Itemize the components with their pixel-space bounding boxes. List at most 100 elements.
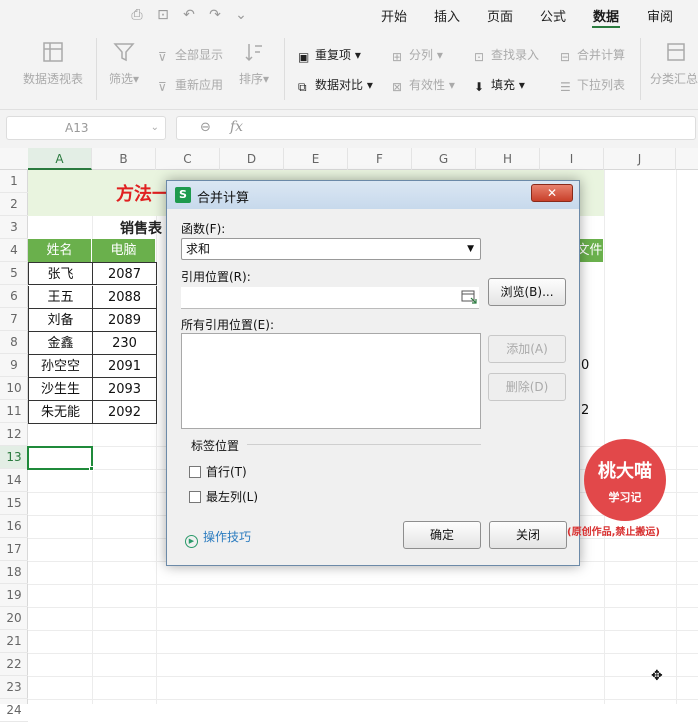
table-cell[interactable]: 2 — [581, 403, 589, 418]
duplicates-button[interactable]: ▣ 重复项 ▾ — [298, 46, 361, 64]
data-compare-button[interactable]: ⧉ 数据对比 ▾ — [298, 76, 373, 94]
tab-data[interactable]: 数据 — [593, 6, 619, 25]
add-button[interactable]: 添加(A) — [488, 335, 566, 363]
row-header[interactable]: 8 — [0, 331, 28, 354]
row-header[interactable]: 12 — [0, 423, 28, 446]
function-select[interactable]: 求和 ▼ — [181, 238, 481, 260]
row-header[interactable]: 21 — [0, 630, 28, 653]
row-header[interactable]: 2 — [0, 193, 28, 216]
dropdown-list-button[interactable]: ☰ 下拉列表 — [560, 76, 625, 94]
checkbox-box[interactable] — [189, 466, 201, 478]
table-cell[interactable]: 2088 — [92, 286, 157, 309]
fx-icon[interactable]: fx — [230, 119, 243, 135]
row-header[interactable]: 3 — [0, 216, 28, 239]
column-header-c[interactable]: C — [156, 148, 220, 170]
column-header-b[interactable]: B — [92, 148, 156, 170]
table-cell[interactable]: 沙生生 — [28, 378, 93, 401]
column-header-j[interactable]: J — [604, 148, 676, 170]
ok-button[interactable]: 确定 — [403, 521, 481, 549]
column-header-f[interactable]: F — [348, 148, 412, 170]
left-column-checkbox[interactable]: 最左列(L) — [189, 488, 258, 505]
row-header[interactable]: 4 — [0, 239, 28, 262]
column-header-e[interactable]: E — [284, 148, 348, 170]
table-cell[interactable]: 朱无能 — [28, 401, 93, 424]
show-all-button[interactable]: ⊽ 全部显示 — [158, 46, 223, 64]
row-header[interactable]: 6 — [0, 285, 28, 308]
close-button[interactable]: ✕ — [531, 184, 573, 202]
table-cell[interactable]: 2092 — [92, 401, 157, 424]
row-header[interactable]: 15 — [0, 492, 28, 515]
filter-button[interactable]: 筛选▾ — [104, 40, 144, 87]
row-header[interactable]: 17 — [0, 538, 28, 561]
row-header[interactable]: 7 — [0, 308, 28, 331]
all-references-list[interactable] — [181, 333, 481, 429]
sheet-title[interactable]: 方法一 — [116, 180, 170, 206]
tab-formula[interactable]: 公式 — [540, 6, 566, 25]
row-header[interactable]: 18 — [0, 561, 28, 584]
tips-link[interactable]: ▶ 操作技巧 — [185, 528, 251, 548]
row-header[interactable]: 14 — [0, 469, 28, 492]
undo-icon[interactable]: ↶ — [180, 6, 198, 24]
header-cell-computer[interactable]: 电脑 — [92, 239, 156, 262]
zoom-icon[interactable]: ⊖ — [200, 120, 211, 135]
column-header-g[interactable]: G — [412, 148, 476, 170]
tab-start[interactable]: 开始 — [381, 6, 407, 25]
table-cell[interactable]: 0 — [581, 358, 589, 373]
table-cell[interactable]: 孙空空 — [28, 355, 93, 378]
checkbox-box[interactable] — [189, 491, 201, 503]
print-preview-icon[interactable]: ⊡ — [154, 6, 172, 24]
print-icon[interactable]: ⎙ — [128, 6, 146, 24]
lookup-entry-button[interactable]: ⊡ 查找录入 — [474, 46, 539, 64]
range-select-icon[interactable] — [461, 290, 477, 304]
tab-page[interactable]: 页面 — [487, 6, 513, 25]
table-cell[interactable]: 张飞 — [28, 262, 93, 285]
table-cell[interactable]: 230 — [92, 332, 157, 355]
row-header[interactable]: 5 — [0, 262, 28, 285]
row-header[interactable]: 10 — [0, 377, 28, 400]
tab-review[interactable]: 审阅 — [647, 6, 673, 25]
delete-button[interactable]: 删除(D) — [488, 373, 566, 401]
pivot-table-button[interactable]: 数据透视表 — [18, 40, 88, 87]
row-header[interactable]: 9 — [0, 354, 28, 377]
column-header-h[interactable]: H — [476, 148, 540, 170]
tab-insert[interactable]: 插入 — [434, 6, 460, 25]
chevron-down-icon[interactable]: ⌄ — [232, 6, 250, 24]
table-cell[interactable]: 2093 — [92, 378, 157, 401]
subtotal-button[interactable]: 分类汇总 — [650, 40, 698, 87]
row-header[interactable]: 20 — [0, 607, 28, 630]
row-header[interactable]: 24 — [0, 699, 28, 722]
row-header[interactable]: 23 — [0, 676, 28, 699]
fill-button[interactable]: ⬇ 填充 ▾ — [474, 76, 525, 94]
table-cell[interactable]: 金鑫 — [28, 332, 93, 355]
column-header-d[interactable]: D — [220, 148, 284, 170]
header-cell-file[interactable]: 文件 — [576, 239, 604, 262]
consolidate-button[interactable]: ⊟ 合并计算 — [560, 46, 625, 64]
formula-input[interactable] — [176, 116, 696, 140]
split-column-button[interactable]: ⊞ 分列 ▾ — [392, 46, 443, 64]
dialog-titlebar[interactable]: S 合并计算 ✕ — [167, 181, 579, 209]
table-cell[interactable]: 2091 — [92, 355, 157, 378]
header-cell-name[interactable]: 姓名 — [28, 239, 92, 262]
redo-icon[interactable]: ↷ — [206, 6, 224, 24]
row-header[interactable]: 22 — [0, 653, 28, 676]
row-header[interactable]: 16 — [0, 515, 28, 538]
selected-cell-a13[interactable] — [27, 446, 93, 470]
reference-input[interactable] — [181, 287, 479, 309]
table-cell[interactable]: 王五 — [28, 286, 93, 309]
table-cell[interactable]: 2087 — [92, 262, 157, 285]
column-header-i[interactable]: I — [540, 148, 604, 170]
column-header-a[interactable]: A — [28, 148, 92, 170]
row-header[interactable]: 1 — [0, 170, 28, 193]
close-dialog-button[interactable]: 关闭 — [489, 521, 567, 549]
first-row-checkbox[interactable]: 首行(T) — [189, 463, 247, 480]
row-header[interactable]: 19 — [0, 584, 28, 607]
row-header[interactable]: 13 — [0, 446, 28, 469]
table-cell[interactable]: 2089 — [92, 309, 157, 332]
chevron-down-icon[interactable]: ⌄ — [151, 117, 159, 139]
reapply-button[interactable]: ⊽ 重新应用 — [158, 76, 223, 94]
fill-handle[interactable] — [89, 466, 94, 471]
sheet-subtitle[interactable]: 销售表 — [120, 218, 162, 238]
validity-button[interactable]: ⊠ 有效性 ▾ — [392, 76, 455, 94]
name-box[interactable]: A13 ⌄ — [6, 116, 166, 140]
sort-button[interactable]: 排序▾ — [234, 40, 274, 87]
